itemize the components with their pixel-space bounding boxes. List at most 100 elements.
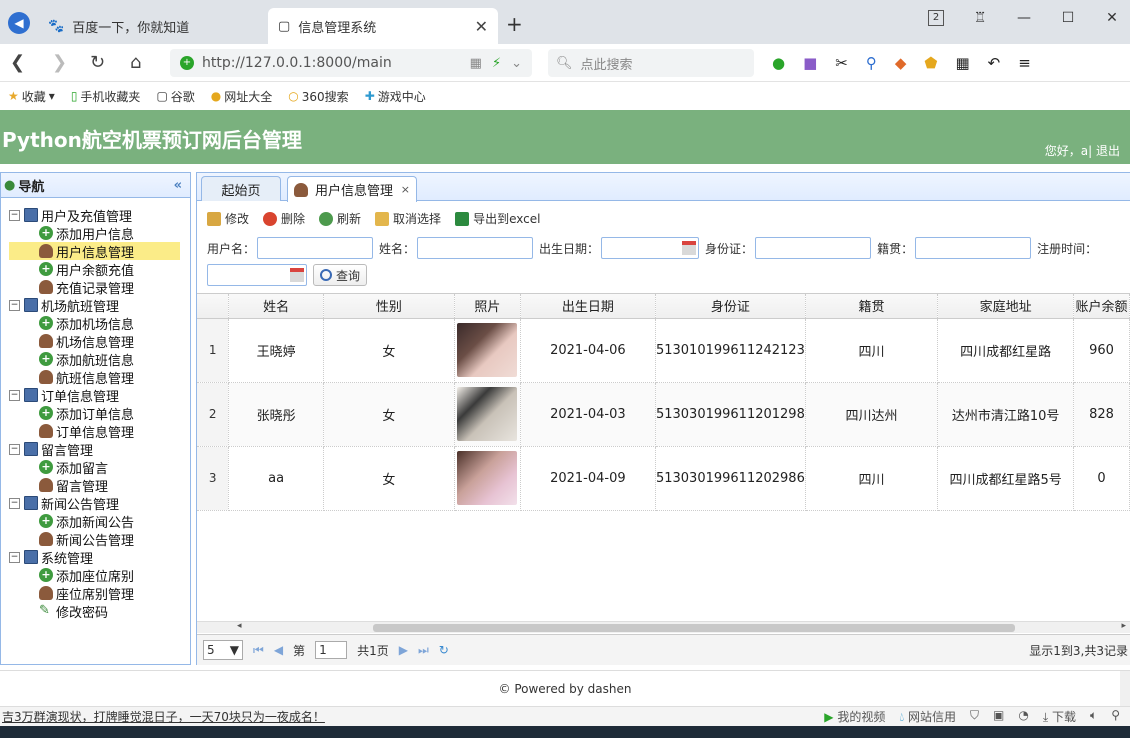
regtime-input[interactable] — [207, 264, 307, 286]
sidebar-item[interactable]: + 添加座位席别 — [9, 566, 190, 585]
table-row[interactable]: 2 张晓彤 女 2021-04-03 513030199611201298 四川… — [197, 382, 1130, 447]
prev-page-icon[interactable]: ◀ — [274, 643, 283, 657]
scroll-left-icon[interactable]: ◂ — [237, 621, 242, 631]
url-field[interactable]: + http://127.0.0.1:8000/main ▦ ⚡ ⌄ — [170, 49, 532, 77]
sidebar-item[interactable]: + 添加订单信息 — [9, 404, 190, 423]
tree-toggle-icon[interactable]: − — [9, 497, 20, 509]
close-icon[interactable]: × — [401, 183, 410, 196]
shield-icon[interactable]: ⛉ — [970, 708, 979, 725]
page-number-input[interactable]: 1 — [315, 641, 348, 659]
query-button[interactable]: 查询 — [313, 264, 368, 286]
browser-tab-baidu[interactable]: 🐾 百度一下，你就知道 — [38, 8, 268, 44]
nav-group[interactable]: − 用户及充值管理 — [9, 206, 190, 225]
scissors-icon[interactable]: ✂ — [835, 54, 848, 72]
native-input[interactable] — [915, 237, 1032, 259]
tab-count-badge[interactable]: 2 — [928, 10, 944, 26]
tree-toggle-icon[interactable]: − — [9, 389, 20, 401]
image-icon[interactable]: ▣ — [993, 708, 1004, 725]
undo-icon[interactable]: ↶ — [988, 54, 1001, 72]
my-video-button[interactable]: ▶ 我的视频 — [824, 708, 885, 725]
vertical-scrollbar[interactable] — [1120, 671, 1130, 707]
browser-tab-active[interactable]: ▢ 信息管理系统 ✕ — [268, 8, 498, 44]
tab-home[interactable]: 起始页 — [201, 176, 281, 201]
column-header[interactable]: 出生日期 — [520, 294, 656, 319]
sidebar-item[interactable]: 机场信息管理 — [9, 332, 190, 351]
coin-icon[interactable]: ⬟ — [924, 54, 937, 72]
minimize-icon[interactable]: — — [1016, 10, 1032, 26]
volume-icon[interactable]: 🔈︎ — [1090, 708, 1097, 725]
nav-group[interactable]: − 新闻公告管理 — [9, 494, 190, 513]
birth-date-input[interactable] — [601, 237, 700, 259]
tab-user-info[interactable]: 用户信息管理 × — [287, 176, 417, 202]
username-input[interactable] — [257, 237, 374, 259]
refresh-button[interactable]: 刷新 — [319, 210, 361, 227]
qr-icon[interactable]: ▦ — [470, 56, 482, 71]
scrollbar-thumb[interactable] — [373, 624, 1015, 632]
menu-icon[interactable]: ≡ — [1018, 54, 1031, 72]
sidebar-item[interactable]: + 用户余额充值 — [9, 260, 190, 279]
edit-button[interactable]: 修改 — [207, 210, 249, 227]
news-ticker-link[interactable]: 吉3万群演现状，打牌睡觉混日子，一天70块只为一夜成名！ — [0, 708, 325, 725]
sidebar-item[interactable]: 充值记录管理 — [9, 278, 190, 297]
column-header[interactable]: 账户余额 — [1073, 294, 1130, 319]
home-icon[interactable]: ⌂ — [130, 52, 141, 73]
bookmark-sites[interactable]: ● 网址大全 — [211, 88, 273, 105]
sidebar-item[interactable]: 航班信息管理 — [9, 368, 190, 387]
scroll-right-icon[interactable]: ▸ — [1121, 621, 1126, 631]
translate-icon[interactable]: ■ — [803, 54, 817, 72]
export-excel-button[interactable]: 导出到excel — [455, 210, 540, 227]
sidebar-item[interactable]: ✎ 修改密码 — [9, 602, 190, 621]
bookmark-360[interactable]: ○ 360搜索 — [288, 88, 348, 105]
forward-icon[interactable]: ❯ — [52, 52, 67, 73]
sidebar-item[interactable]: + 添加新闻公告 — [9, 512, 190, 531]
column-header[interactable]: 籍贯 — [805, 294, 939, 319]
magnifier-icon[interactable]: ⚲ — [866, 54, 877, 72]
speed-icon[interactable]: ◔ — [1018, 708, 1028, 725]
table-row[interactable]: 3 aa 女 2021-04-09 513030199611202986 四川 … — [197, 446, 1130, 511]
logout-link[interactable]: 退出 — [1096, 144, 1120, 158]
new-tab-icon[interactable]: + — [506, 12, 523, 36]
table-row[interactable]: 1 王晓婷 女 2021-04-06 513010199611242123 四川… — [197, 318, 1130, 383]
search-input[interactable]: 🔍︎ 点此搜索 — [548, 49, 754, 77]
tree-toggle-icon[interactable]: − — [9, 209, 20, 221]
nav-group[interactable]: − 留言管理 — [9, 440, 190, 459]
sidebar-item[interactable]: 新闻公告管理 — [9, 530, 190, 549]
delete-button[interactable]: 删除 — [263, 210, 305, 227]
nav-group[interactable]: − 订单信息管理 — [9, 386, 190, 405]
sidebar-item[interactable]: + 添加机场信息 — [9, 314, 190, 333]
nav-group[interactable]: − 系统管理 — [9, 548, 190, 567]
tree-toggle-icon[interactable]: − — [9, 551, 20, 563]
bookmark-mobile[interactable]: ▯ 手机收藏夹 — [71, 88, 141, 105]
chevron-down-icon[interactable]: ⌄ — [511, 56, 522, 71]
site-credit-button[interactable]: 💧︎ 网站信用 — [899, 708, 956, 725]
bookmark-google[interactable]: ▢ 谷歌 — [156, 88, 194, 105]
download-button[interactable]: ⤓ 下载 — [1043, 708, 1076, 725]
sidebar-item[interactable]: 留言管理 — [9, 476, 190, 495]
idcard-input[interactable] — [755, 237, 872, 259]
close-window-icon[interactable]: ✕ — [1104, 10, 1120, 26]
shirt-icon[interactable]: ♖ — [972, 10, 988, 26]
maximize-icon[interactable]: ☐ — [1060, 10, 1076, 26]
sidebar-item[interactable]: 用户信息管理 — [9, 242, 180, 261]
sidebar-item[interactable]: + 添加用户信息 — [9, 224, 190, 243]
sidebar-item[interactable]: 座位席别管理 — [9, 584, 190, 603]
apps-icon[interactable]: ▦ — [955, 54, 969, 72]
last-page-icon[interactable]: ⏭ — [418, 643, 429, 658]
sidebar-item[interactable]: + 添加留言 — [9, 458, 190, 477]
next-page-icon[interactable]: ▶ — [399, 643, 408, 657]
tree-toggle-icon[interactable]: − — [9, 443, 20, 455]
wechat-icon[interactable]: ● — [772, 54, 785, 72]
column-header[interactable]: 姓名 — [228, 294, 324, 319]
sidebar-item[interactable]: 订单信息管理 — [9, 422, 190, 441]
sidebar-item[interactable]: + 添加航班信息 — [9, 350, 190, 369]
calendar-icon[interactable] — [290, 268, 304, 282]
column-header[interactable]: 身份证 — [655, 294, 806, 319]
reload-icon[interactable]: ↻ — [90, 52, 105, 73]
nav-group[interactable]: − 机场航班管理 — [9, 296, 190, 315]
name-input[interactable] — [417, 237, 534, 259]
cancel-select-button[interactable]: 取消选择 — [375, 210, 441, 227]
column-header[interactable]: 家庭地址 — [937, 294, 1075, 319]
close-tab-icon[interactable]: ✕ — [475, 17, 488, 36]
bookmark-games[interactable]: ✚ 游戏中心 — [365, 88, 426, 105]
reload-icon[interactable]: ↻ — [439, 643, 449, 657]
